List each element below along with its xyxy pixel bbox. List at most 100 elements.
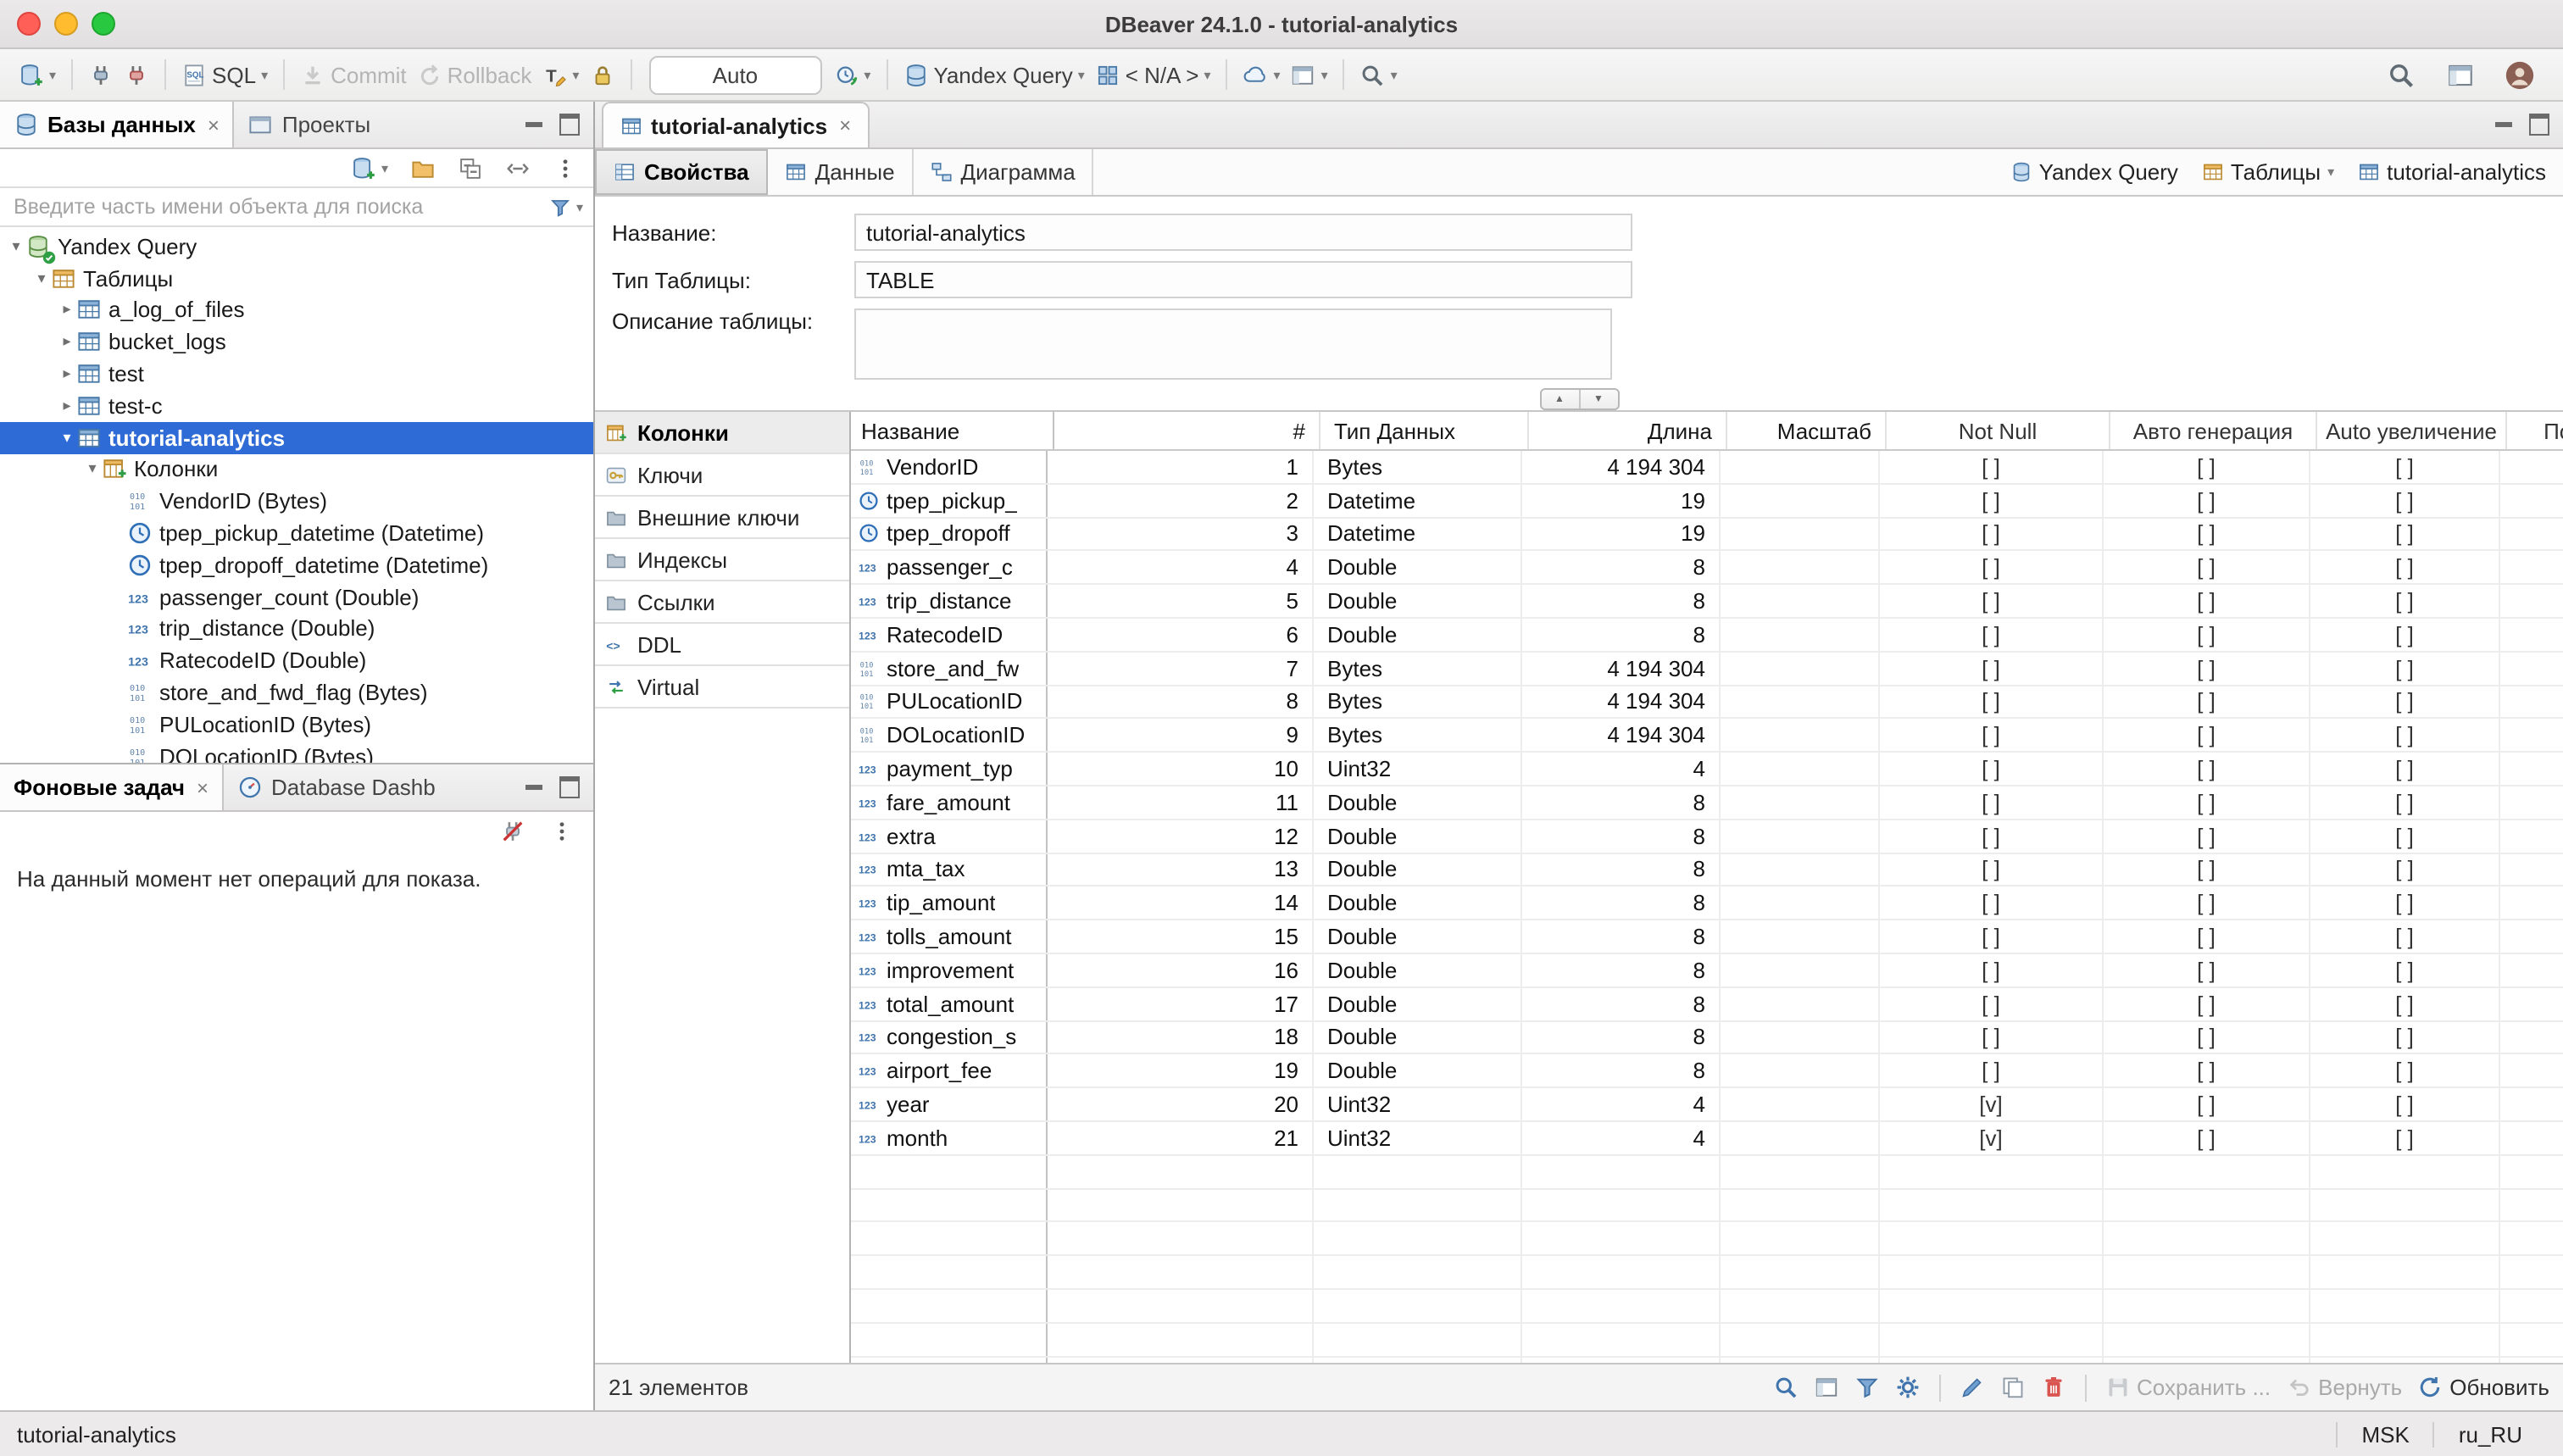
cell-num[interactable]: 3 <box>1048 518 1314 550</box>
collapse-all-button[interactable] <box>453 152 488 184</box>
section-колонки[interactable]: Колонки <box>595 412 849 454</box>
disconnect-button[interactable] <box>119 58 154 91</box>
tree-item-tutorial-analytics[interactable]: ▾tutorial-analytics <box>0 422 593 454</box>
cell-масштаб[interactable] <box>1721 786 1880 819</box>
cell-по-умолчанию[interactable] <box>2500 686 2563 718</box>
close-tab-icon[interactable]: × <box>197 775 208 799</box>
cell-масштаб[interactable] <box>1721 585 1880 617</box>
cell-длина[interactable]: 19 <box>1522 485 1721 517</box>
cell-тип-данных[interactable]: Double <box>1314 920 1522 953</box>
cell-num[interactable]: 12 <box>1048 820 1314 853</box>
cell-авто-генерация[interactable]: [ ] <box>2104 887 2310 920</box>
cell-длина[interactable]: 4 <box>1522 753 1721 785</box>
grid-row-vendorid[interactable]: 010101VendorID1Bytes4 194 304[ ][ ][ ] <box>851 451 2563 485</box>
cell-авто-генерация[interactable]: [ ] <box>2104 1021 2310 1053</box>
tab-databases[interactable]: Базы данных × <box>0 102 235 147</box>
collapse-panel-button[interactable]: ▲ <box>1541 390 1578 408</box>
grid-row-tpep-dropoff[interactable]: tpep_dropoff3Datetime19[ ][ ][ ] <box>851 518 2563 552</box>
cell-авто-генерация[interactable]: [ ] <box>2104 585 2310 617</box>
transaction-mode-button[interactable]: T▾ <box>537 58 584 91</box>
filter-icon[interactable] <box>549 196 571 218</box>
cell-not-null[interactable]: [ ] <box>1880 720 2104 752</box>
auto-refresh-button[interactable]: ▾ <box>828 58 876 91</box>
cell-auto-увеличение[interactable]: [ ] <box>2310 653 2500 685</box>
tree-item-pulocationid-bytes[interactable]: 010101PULocationID (Bytes) <box>0 709 593 741</box>
cell-масштаб[interactable] <box>1721 1021 1880 1053</box>
cell-тип-данных[interactable]: Bytes <box>1314 720 1522 752</box>
column-header-длина[interactable]: Длина <box>1529 412 1727 449</box>
context-object[interactable]: tutorial-analytics <box>2358 159 2546 185</box>
cell-not-null[interactable]: [ ] <box>1880 753 2104 785</box>
edit-column-button[interactable] <box>1959 1375 1984 1400</box>
cell-not-null[interactable]: [ ] <box>1880 820 2104 853</box>
cell-not-null[interactable]: [ ] <box>1880 518 2104 550</box>
cell-name[interactable]: tpep_pickup_ <box>851 485 1048 517</box>
cell-длина[interactable]: 8 <box>1522 887 1721 920</box>
cell-num[interactable]: 2 <box>1048 485 1314 517</box>
cell-auto-увеличение[interactable]: [ ] <box>2310 786 2500 819</box>
connect-button[interactable] <box>83 58 119 91</box>
cell-auto-увеличение[interactable]: [ ] <box>2310 585 2500 617</box>
cell-auto-увеличение[interactable]: [ ] <box>2310 552 2500 584</box>
cell-name[interactable]: 123mta_tax <box>851 853 1048 886</box>
cell-name[interactable]: 010101VendorID <box>851 451 1048 483</box>
cell-auto-увеличение[interactable]: [ ] <box>2310 853 2500 886</box>
cell-тип-данных[interactable]: Bytes <box>1314 686 1522 718</box>
expander-icon[interactable]: ▸ <box>58 364 76 383</box>
cell-масштаб[interactable] <box>1721 653 1880 685</box>
cell-авто-генерация[interactable]: [ ] <box>2104 485 2310 517</box>
cell-длина[interactable]: 4 194 304 <box>1522 451 1721 483</box>
cell-масштаб[interactable] <box>1721 753 1880 785</box>
cell-тип-данных[interactable]: Uint32 <box>1314 1122 1522 1154</box>
cell-not-null[interactable]: [ ] <box>1880 887 2104 920</box>
new-connection-nav-button[interactable]: ▾ <box>346 152 393 184</box>
stop-task-button[interactable] <box>495 814 531 847</box>
grid-row-year[interactable]: 123year20Uint324[v][ ][ ] <box>851 1088 2563 1122</box>
grid-search-button[interactable] <box>1772 1375 1798 1400</box>
expand-panel-button[interactable]: ▼ <box>1578 390 1617 408</box>
grid-panels-button[interactable] <box>1813 1375 1838 1400</box>
cell-длина[interactable]: 8 <box>1522 954 1721 986</box>
tasks-view-menu-button[interactable] <box>544 814 580 847</box>
cell-auto-увеличение[interactable]: [ ] <box>2310 1055 2500 1087</box>
cell-тип-данных[interactable]: Double <box>1314 786 1522 819</box>
context-object-type[interactable]: Таблицы▾ <box>2202 159 2334 185</box>
cell-name[interactable]: 123fare_amount <box>851 786 1048 819</box>
cell-масштаб[interactable] <box>1721 988 1880 1020</box>
cell-num[interactable]: 1 <box>1048 451 1314 483</box>
commit-mode-combo[interactable]: Auto <box>648 55 821 94</box>
tree-item-store-and-fwd-flag-bytes[interactable]: 010101store_and_fwd_flag (Bytes) <box>0 676 593 709</box>
cell-масштаб[interactable] <box>1721 820 1880 853</box>
tree-item-passenger-count-double[interactable]: 123passenger_count (Double) <box>0 581 593 614</box>
cell-масштаб[interactable] <box>1721 1122 1880 1154</box>
view-menu-button[interactable] <box>548 152 583 184</box>
tree-item-vendorid-bytes[interactable]: 010101VendorID (Bytes) <box>0 486 593 518</box>
global-search-button[interactable] <box>2382 57 2421 92</box>
cell-длина[interactable]: 8 <box>1522 1021 1721 1053</box>
cell-авто-генерация[interactable]: [ ] <box>2104 1088 2310 1120</box>
cell-auto-увеличение[interactable]: [ ] <box>2310 887 2500 920</box>
cell-not-null[interactable]: [ ] <box>1880 485 2104 517</box>
context-connection[interactable]: Yandex Query <box>2010 159 2178 185</box>
commit-button[interactable]: Commit <box>295 58 412 91</box>
cell-auto-увеличение[interactable]: [ ] <box>2310 686 2500 718</box>
cell-масштаб[interactable] <box>1721 920 1880 953</box>
new-folder-button[interactable] <box>405 152 441 184</box>
cell-масштаб[interactable] <box>1721 552 1880 584</box>
minimize-view-icon[interactable] <box>525 785 542 790</box>
cell-name[interactable]: 123improvement <box>851 954 1048 986</box>
grid-row-payment-typ[interactable]: 123payment_typ10Uint324[ ][ ][ ] <box>851 753 2563 786</box>
cell-name[interactable]: 123extra <box>851 820 1048 853</box>
tab-projects[interactable]: Проекты <box>235 102 384 147</box>
cell-авто-генерация[interactable]: [ ] <box>2104 518 2310 550</box>
cell-масштаб[interactable] <box>1721 887 1880 920</box>
close-tab-icon[interactable]: × <box>208 113 220 136</box>
cell-not-null[interactable]: [ ] <box>1880 653 2104 685</box>
cell-по-умолчанию[interactable] <box>2500 485 2563 517</box>
cell-тип-данных[interactable]: Bytes <box>1314 451 1522 483</box>
expander-icon[interactable]: ▾ <box>83 460 102 479</box>
cell-по-умолчанию[interactable] <box>2500 552 2563 584</box>
section-индексы[interactable]: Индексы <box>595 539 849 581</box>
cell-длина[interactable]: 8 <box>1522 1055 1721 1087</box>
cell-not-null[interactable]: [ ] <box>1880 988 2104 1020</box>
